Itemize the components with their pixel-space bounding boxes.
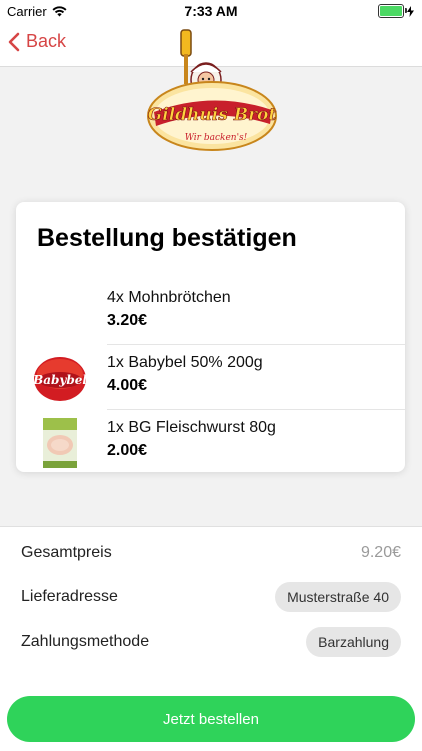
battery-indicator [378, 4, 414, 18]
babybel-logo-text: Babybel [32, 373, 87, 387]
battery-icon [378, 4, 407, 18]
delivery-address-chip[interactable]: Musterstraße 40 [275, 582, 401, 612]
item-name: 1x BG Fleischwurst 80g [107, 419, 276, 436]
place-order-button[interactable]: Jetzt bestellen [7, 696, 415, 742]
chevron-left-icon [8, 32, 20, 51]
back-button[interactable]: Back [8, 31, 66, 52]
payment-method-label: Zahlungsmethode [21, 633, 150, 650]
item-name: 1x Babybel 50% 200g [107, 354, 263, 371]
status-time: 7:33 AM [184, 3, 238, 19]
order-item: 1x BG Fleischwurst 80g 2.00€ [16, 410, 405, 475]
charging-bolt-icon [407, 5, 414, 17]
delivery-address-row: Lieferadresse Musterstraße 40 [21, 581, 401, 613]
item-name: 4x Mohnbrötchen [107, 289, 231, 306]
order-item-list: 4x Mohnbrötchen 3.20€ Babybel 1x Babybel… [16, 280, 405, 475]
delivery-address-label: Lieferadresse [21, 588, 118, 605]
logo-tagline: Wir backen's! [185, 133, 248, 143]
total-price-row: Gesamtpreis 9.20€ [21, 537, 401, 569]
logo-brand-text: Gildhuis Brot [148, 105, 277, 125]
babybel-icon: Babybel [32, 357, 87, 401]
total-price-label: Gesamtpreis [21, 544, 112, 561]
payment-method-chip[interactable]: Barzahlung [306, 627, 401, 657]
back-label: Back [26, 31, 67, 51]
payment-method-row: Zahlungsmethode Barzahlung [21, 626, 401, 658]
item-price: 4.00€ [107, 377, 148, 394]
order-item: Babybel 1x Babybel 50% 200g 4.00€ [16, 345, 405, 410]
bakery-logo: Gildhuis Brot Wir backen's! [144, 28, 280, 156]
item-price: 3.20€ [107, 312, 148, 329]
item-price: 2.00€ [107, 442, 148, 459]
order-card: Bestellung bestätigen 4x Mohnbrötchen 3.… [16, 202, 405, 472]
order-item: 4x Mohnbrötchen 3.20€ [16, 280, 405, 345]
card-title: Bestellung bestätigen [37, 224, 297, 252]
total-price-value: 9.20€ [360, 544, 401, 561]
fleischwurst-package-icon [43, 418, 77, 468]
status-bar: Carrier 7:33 AM [0, 0, 422, 22]
